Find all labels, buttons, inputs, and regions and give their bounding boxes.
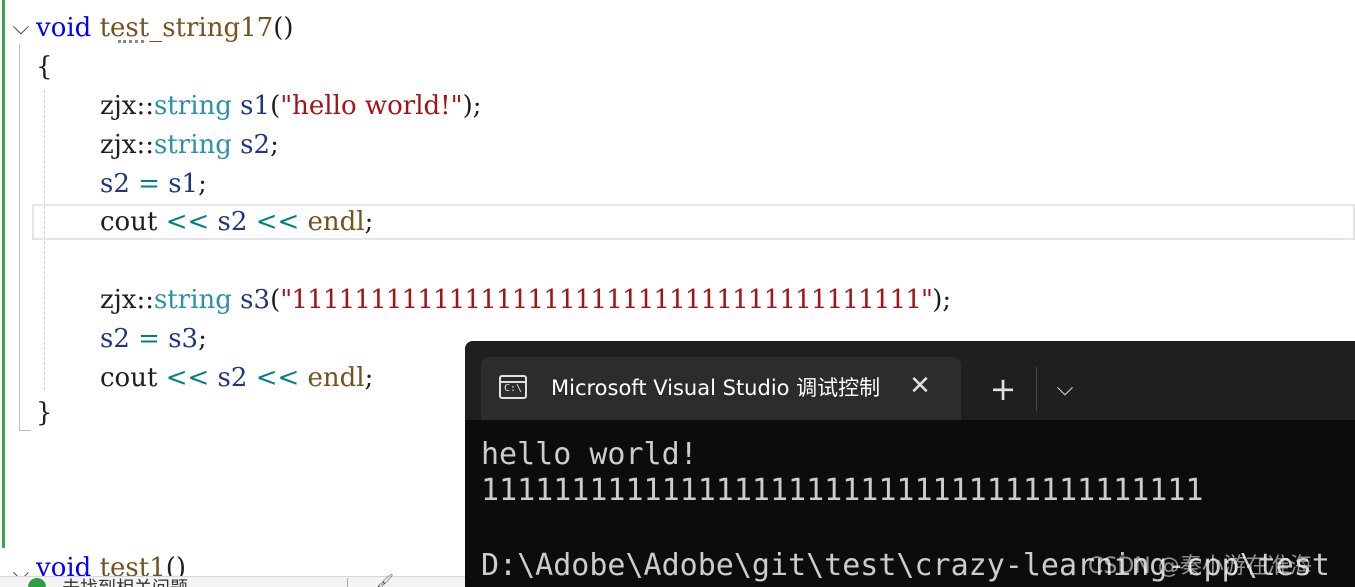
watermark: CSDN @秦小游在准海	[1088, 554, 1312, 579]
paren-open: (	[270, 91, 281, 121]
variable: s2	[100, 169, 130, 199]
tabbar-separator	[1036, 367, 1037, 411]
suggestion-dots[interactable]	[118, 40, 144, 47]
namespace: zjx	[100, 91, 137, 121]
identifier: cout	[100, 207, 158, 237]
semicolon: ;	[364, 363, 374, 393]
code-line-4[interactable]: zjx::string s2;	[100, 127, 279, 163]
brace: {	[36, 52, 53, 82]
status-divider	[347, 578, 348, 587]
code-line-9[interactable]: s2 = s3;	[100, 321, 207, 357]
identifier: endl	[307, 207, 365, 237]
identifier: endl	[307, 363, 365, 393]
console-icon: C:\	[499, 375, 527, 399]
variable: s1	[240, 91, 271, 121]
semicolon: ;	[198, 324, 207, 354]
variable: s3	[168, 324, 199, 354]
scope-op: ::	[136, 91, 154, 121]
chevron-down-icon[interactable]: ⌵	[10, 17, 32, 39]
variable: s3	[240, 285, 271, 315]
paren-open: (	[270, 285, 281, 315]
code-line-8[interactable]: zjx::string s3("111111111111111111111111…	[100, 282, 951, 318]
string-literal: "111111111111111111111111111111111111111…	[280, 285, 933, 315]
paren-close: );	[932, 285, 952, 315]
operator: =	[138, 169, 160, 199]
semicolon: ;	[270, 130, 279, 160]
change-indicator-bar	[2, 0, 5, 548]
punctuation: ()	[273, 13, 294, 43]
operator: <<	[255, 363, 300, 393]
console-output-line: hello world!	[481, 437, 698, 472]
keyword: void	[36, 13, 92, 43]
operator: <<	[165, 207, 210, 237]
chevron-down-icon[interactable]: ⌵	[1047, 371, 1083, 407]
issues-status-text[interactable]: 未找到相关问题	[62, 574, 188, 587]
fold-guide-end	[19, 430, 31, 431]
variable: s2	[217, 363, 248, 393]
code-line-3[interactable]: zjx::string s1("hello world!");	[100, 88, 481, 124]
variable: s1	[168, 169, 199, 199]
identifier: cout	[100, 363, 158, 393]
paren-close: );	[462, 91, 482, 121]
function-name: test_string17	[99, 13, 274, 43]
code-line-2[interactable]: {	[36, 49, 53, 85]
semicolon: ;	[364, 207, 374, 237]
tab-title: Microsoft Visual Studio 调试控制台	[551, 376, 881, 400]
terminal-tab-bar: C:\ Microsoft Visual Studio 调试控制台 ✕ + ⌵	[465, 341, 1355, 420]
scope-op: ::	[136, 285, 154, 315]
semicolon: ;	[198, 169, 207, 199]
operator: <<	[255, 207, 300, 237]
code-line-5[interactable]: s2 = s1;	[100, 166, 207, 202]
indent-guide	[44, 90, 45, 390]
terminal-tab[interactable]: C:\ Microsoft Visual Studio 调试控制台 ✕	[481, 357, 961, 420]
type-name: string	[153, 91, 232, 121]
namespace: zjx	[100, 285, 137, 315]
code-line-1[interactable]: void test_string17()	[36, 10, 294, 46]
variable: s2	[100, 324, 130, 354]
operator: <<	[165, 363, 210, 393]
console-output-line: 1111111111111111111111111111111111111111	[481, 473, 1204, 508]
operator: =	[138, 324, 160, 354]
new-tab-button[interactable]: +	[985, 371, 1021, 407]
variable: s2	[240, 130, 271, 160]
code-line-6[interactable]: cout << s2 << endl;	[100, 204, 373, 240]
type-name: string	[153, 285, 232, 315]
string-literal: "hello world!"	[280, 91, 463, 121]
brace: }	[36, 398, 53, 428]
code-line-10[interactable]: cout << s2 << endl;	[100, 360, 373, 396]
fold-guide	[19, 44, 20, 430]
variable: s2	[217, 207, 248, 237]
type-name: string	[153, 130, 232, 160]
namespace: zjx	[100, 130, 137, 160]
brush-icon[interactable]: 🖌	[376, 574, 394, 587]
scope-op: ::	[136, 130, 154, 160]
code-line-11[interactable]: }	[36, 395, 53, 431]
close-icon[interactable]: ✕	[905, 371, 935, 401]
